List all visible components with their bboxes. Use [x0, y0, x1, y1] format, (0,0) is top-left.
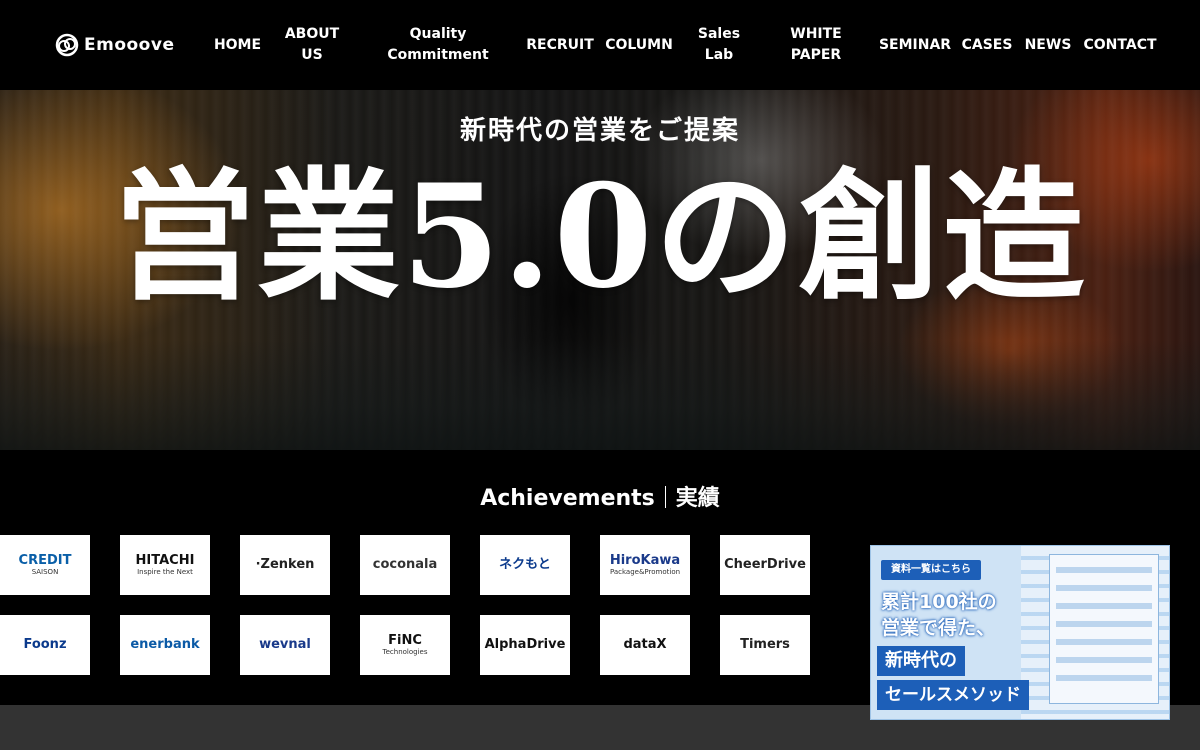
hero-subtitle: 新時代の営業をご提案 [459, 116, 740, 146]
achievements-heading: Achievements 実績 [0, 480, 1200, 512]
client-logo-subtext: Inspire the Next [137, 567, 193, 576]
client-logo: CheerDrive [720, 535, 810, 595]
client-logo: CREDIT SAISON [0, 535, 90, 595]
client-logo: AlphaDrive [480, 615, 570, 675]
client-logo-name: Foonz [23, 637, 67, 652]
nav-news[interactable]: NEWS [1024, 0, 1072, 90]
client-logo: Foonz [0, 615, 90, 675]
site-logo[interactable]: Emooove [54, 32, 174, 58]
site-header: Emooove HOME ABOUT US Quality Commitment… [0, 0, 1200, 90]
client-logo-subtext: Package&Promotion [609, 567, 681, 576]
mockup-bar [1056, 567, 1152, 573]
banner-highlight-1: 新時代の [877, 646, 965, 676]
client-logo-name: ネクもと [499, 557, 551, 572]
client-logo-name: CREDIT [18, 552, 72, 568]
logo-text: Emooove [84, 35, 175, 55]
client-logo: ·Zenken [240, 535, 330, 595]
hero-section: 新時代の営業をご提案 営業5.0の創造 [0, 90, 1200, 450]
client-logo-name: Timers [740, 637, 790, 652]
mockup-bar [1056, 675, 1152, 681]
client-logo: wevnal [240, 615, 330, 675]
nav-cases[interactable]: CASES [960, 0, 1014, 90]
banner-highlight-2: セールスメソッド [877, 680, 1029, 710]
nav-contact[interactable]: CONTACT [1084, 0, 1157, 90]
heading-separator [664, 486, 666, 508]
client-logo: coconala [360, 535, 450, 595]
banner-line-1: 累計100社の [881, 591, 997, 613]
client-logo-name: dataX [623, 637, 667, 652]
nav-recruit[interactable]: RECRUIT [526, 0, 594, 90]
banner-line-2: 営業で得た、 [881, 617, 996, 639]
nav-seminar[interactable]: SEMINAR [878, 0, 952, 90]
achievements-heading-ja: 実績 [675, 486, 720, 511]
banner-tag: 資料一覧はこちら [881, 560, 981, 580]
client-logo-name: HITACHI [135, 552, 195, 568]
hero-title: 営業5.0の創造 [113, 154, 1087, 320]
client-logo: dataX [600, 615, 690, 675]
nav-white-paper[interactable]: WHITE PAPER [785, 0, 847, 90]
mockup-bar [1056, 585, 1152, 591]
client-logo: HITACHI Inspire the Next [120, 535, 210, 595]
hero-floor-shade [0, 340, 1200, 450]
client-logo: HiroKawa Package&Promotion [600, 535, 690, 595]
nav-about-us[interactable]: ABOUT US [282, 0, 342, 90]
client-logo-name: coconala [372, 557, 438, 572]
banner-screenshot-mockup [1049, 554, 1159, 704]
client-logo-name: CheerDrive [724, 557, 806, 572]
client-logo-name: wevnal [259, 637, 311, 652]
client-logo-name: ·Zenken [255, 557, 315, 572]
client-logo: Timers [720, 615, 810, 675]
client-logo-subtext: SAISON [31, 567, 59, 576]
mockup-bar [1056, 603, 1152, 609]
client-logo-name: HiroKawa [609, 552, 681, 568]
whitepaper-banner[interactable]: 資料一覧はこちら 累計100社の 営業で得た、 新時代の セールスメソッド [870, 545, 1170, 720]
nav-sales-lab[interactable]: Sales Lab [692, 0, 746, 90]
client-logo: ネクもと [480, 535, 570, 595]
emooove-logo-icon [55, 33, 79, 57]
mockup-bar [1056, 639, 1152, 645]
nav-home[interactable]: HOME [210, 0, 265, 90]
client-logo: enerbank [120, 615, 210, 675]
client-logo-name: AlphaDrive [484, 637, 566, 652]
nav-column[interactable]: COLUMN [605, 0, 673, 90]
nav-quality-commitment[interactable]: Quality Commitment [384, 0, 492, 90]
client-logo-name: FiNC [388, 632, 422, 648]
client-logo: FiNC Technologies [360, 615, 450, 675]
mockup-bar [1056, 621, 1152, 627]
client-logo-name: enerbank [130, 637, 200, 652]
mockup-bar [1056, 657, 1152, 663]
client-logo-subtext: Technologies [382, 647, 428, 656]
achievements-heading-en: Achievements [480, 486, 655, 511]
